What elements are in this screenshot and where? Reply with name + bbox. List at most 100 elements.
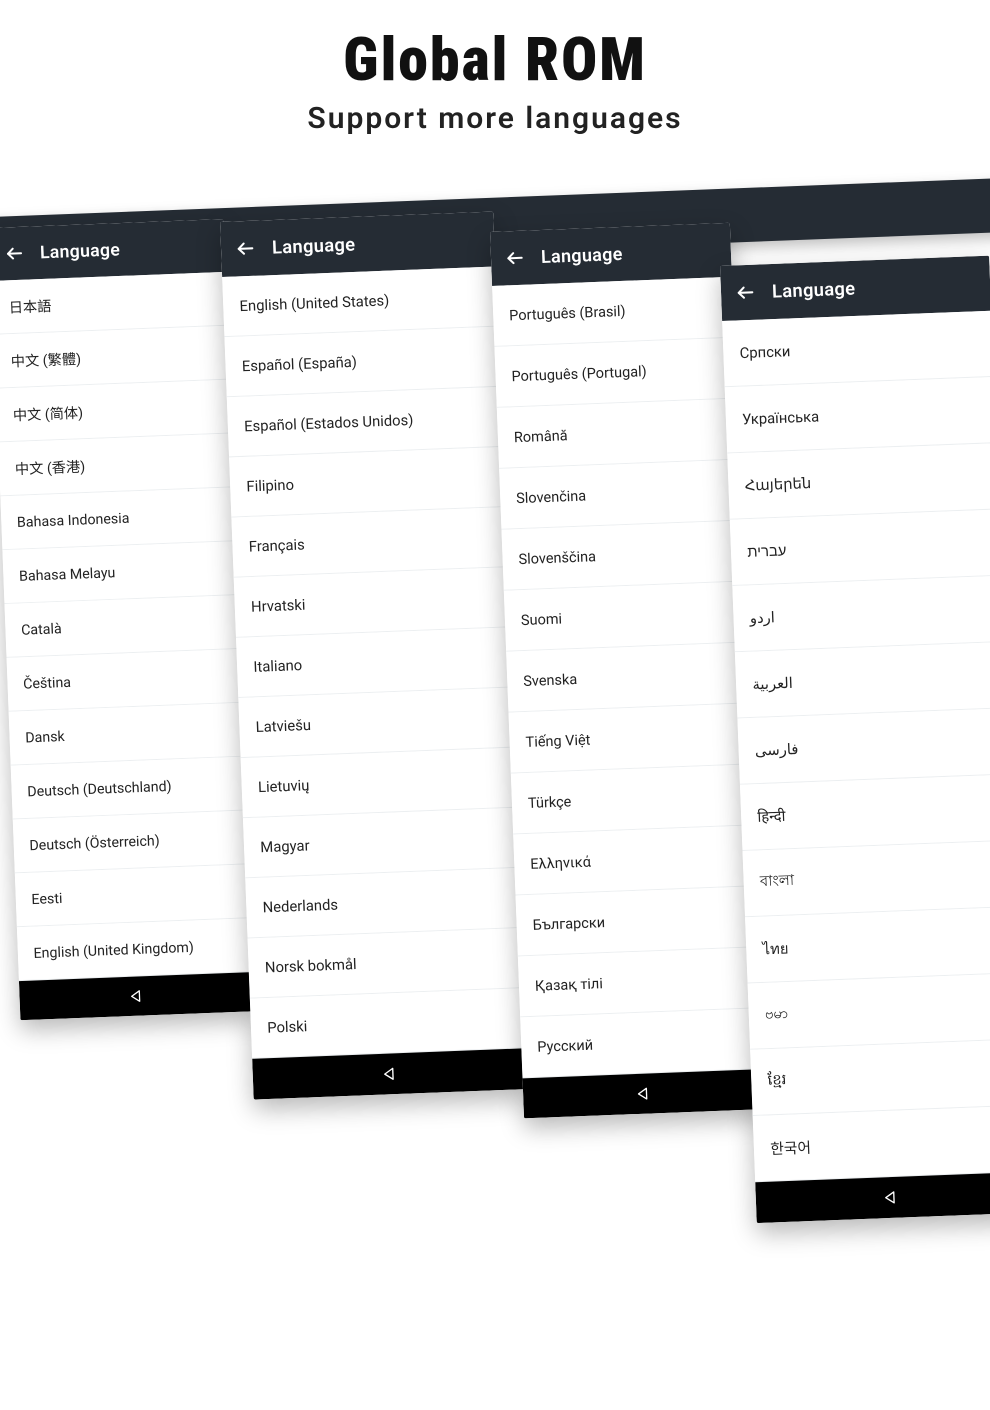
list-item[interactable]: Polski: [250, 988, 525, 1059]
list-item-label: Български: [532, 914, 605, 934]
list-item-label: Català: [21, 620, 62, 638]
language-list: Português (Brasil) Português (Portugal) …: [492, 277, 762, 1079]
list-item-label: বাংলা: [760, 869, 795, 895]
back-icon[interactable]: [235, 238, 256, 259]
list-item[interactable]: اردو: [732, 576, 990, 653]
list-item[interactable]: Tiếng Việt: [508, 703, 750, 773]
list-item[interactable]: Türkçe: [511, 764, 753, 834]
back-icon[interactable]: [505, 248, 526, 269]
appbar-title: Language: [40, 239, 121, 263]
list-item[interactable]: Русский: [520, 1008, 762, 1078]
list-item[interactable]: Português (Portugal): [494, 338, 736, 408]
list-item-label: العربية: [752, 674, 793, 693]
list-item[interactable]: 한국어: [753, 1106, 990, 1183]
list-item-label: English (United States): [239, 292, 389, 315]
list-item-label: हिन्दी: [757, 806, 786, 827]
list-item[interactable]: Română: [497, 399, 739, 469]
language-list: English (United States) Español (España)…: [222, 267, 525, 1059]
list-item[interactable]: Français: [231, 507, 506, 578]
list-item[interactable]: Български: [515, 886, 757, 956]
list-item-label: Nederlands: [262, 896, 338, 916]
list-item-label: Deutsch (Deutschland): [27, 778, 172, 800]
list-item[interactable]: हिन्दी: [740, 774, 990, 851]
list-item-label: Slovenščina: [518, 548, 596, 568]
list-item-label: Bahasa Melayu: [19, 564, 116, 584]
list-item[interactable]: English (United States): [222, 267, 497, 338]
list-item[interactable]: Español (Estados Unidos): [227, 387, 502, 458]
list-item[interactable]: Eesti: [15, 864, 250, 927]
nav-back-icon[interactable]: [381, 1065, 398, 1082]
list-item-label: Deutsch (Österreich): [29, 832, 160, 854]
language-list: 日本語 中文 (繁體) 中文 (简体) 中文 (香港) Bahasa Indon…: [0, 272, 252, 981]
list-item-label: Bahasa Indonesia: [17, 510, 130, 531]
language-list: Српски Українська Հայերեն עברית اردو الع…: [722, 311, 990, 1183]
list-item[interactable]: Magyar: [243, 808, 518, 879]
list-item[interactable]: 中文 (简体): [0, 380, 231, 443]
list-item[interactable]: Hrvatski: [234, 567, 509, 638]
list-item[interactable]: עברית: [730, 509, 990, 586]
list-item-label: Hrvatski: [251, 596, 306, 615]
list-item-label: Norsk bokmål: [265, 955, 357, 976]
list-item-label: Հայերեն: [744, 474, 811, 494]
list-item[interactable]: Español (España): [224, 327, 499, 398]
nav-back-icon[interactable]: [882, 1189, 899, 1206]
list-item[interactable]: Dansk: [9, 703, 244, 766]
appbar-title: Language: [272, 234, 356, 259]
list-item[interactable]: English (United Kingdom): [17, 918, 252, 981]
list-item[interactable]: Nederlands: [245, 868, 520, 939]
list-item-label: Српски: [739, 342, 790, 361]
appbar-title: Language: [772, 278, 856, 303]
list-item[interactable]: Deutsch (Österreich): [13, 811, 248, 874]
list-item[interactable]: Српски: [722, 311, 990, 388]
list-item-label: Русский: [537, 1036, 593, 1055]
list-item-label: Tiếng Việt: [525, 731, 590, 750]
list-item[interactable]: 日本語: [0, 272, 227, 335]
back-icon[interactable]: [4, 243, 24, 263]
list-item[interactable]: Ελληνικά: [513, 825, 755, 895]
list-item-label: ខ្មែរ: [767, 1070, 787, 1092]
list-item-label: עברית: [747, 542, 787, 561]
list-item-label: 한국어: [770, 1136, 812, 1159]
list-item[interactable]: Latviešu: [238, 687, 513, 758]
list-item[interactable]: Filipino: [229, 447, 504, 518]
appbar-title: Language: [541, 243, 623, 267]
list-item[interactable]: Português (Brasil): [492, 277, 734, 347]
list-item-label: Türkçe: [528, 793, 572, 812]
list-item[interactable]: العربية: [735, 642, 990, 719]
list-item-label: Svenska: [523, 670, 578, 689]
nav-back-icon[interactable]: [635, 1085, 652, 1102]
list-item[interactable]: 中文 (繁體): [0, 326, 229, 389]
list-item[interactable]: Čeština: [7, 649, 242, 712]
list-item[interactable]: Català: [4, 595, 239, 658]
list-item-label: Latviešu: [255, 716, 311, 735]
list-item[interactable]: Українська: [725, 377, 990, 454]
list-item[interactable]: Հայերեն: [727, 443, 990, 520]
list-item-label: Español (España): [242, 353, 358, 375]
list-item[interactable]: Bahasa Melayu: [2, 541, 237, 604]
list-item[interactable]: فارسی: [737, 708, 990, 785]
list-item[interactable]: Bahasa Indonesia: [0, 487, 235, 550]
list-item[interactable]: ไทย: [745, 907, 990, 984]
list-item[interactable]: 中文 (香港): [0, 434, 233, 497]
list-item[interactable]: Slovenčina: [499, 460, 741, 530]
list-item[interactable]: বাংলা: [742, 841, 990, 918]
list-item-label: Español (Estados Unidos): [244, 411, 414, 435]
list-item[interactable]: ဗမာ: [748, 973, 990, 1050]
list-item[interactable]: Italiano: [236, 627, 511, 698]
phone-stage: Language 日本語 中文 (繁體) 中文 (简体) 中文 (香港) Bah…: [0, 24, 990, 1410]
list-item-label: اردو: [750, 608, 776, 626]
list-item[interactable]: Norsk bokmål: [248, 928, 523, 999]
list-item[interactable]: Deutsch (Deutschland): [11, 757, 246, 820]
list-item[interactable]: Slovenščina: [501, 521, 743, 591]
nav-back-icon[interactable]: [128, 988, 144, 1004]
list-item[interactable]: Lietuvių: [241, 748, 516, 819]
back-icon[interactable]: [735, 282, 756, 303]
list-item[interactable]: Svenska: [506, 642, 748, 712]
list-item[interactable]: ខ្មែរ: [750, 1039, 990, 1116]
phone-screen-1: Language 日本語 中文 (繁體) 中文 (简体) 中文 (香港) Bah…: [0, 219, 254, 1020]
list-item[interactable]: Қазақ тілі: [518, 947, 760, 1017]
list-item[interactable]: Suomi: [504, 582, 746, 652]
app-bar: Language: [490, 223, 732, 286]
list-item-label: English (United Kingdom): [33, 939, 194, 962]
android-navbar: [19, 972, 254, 1020]
